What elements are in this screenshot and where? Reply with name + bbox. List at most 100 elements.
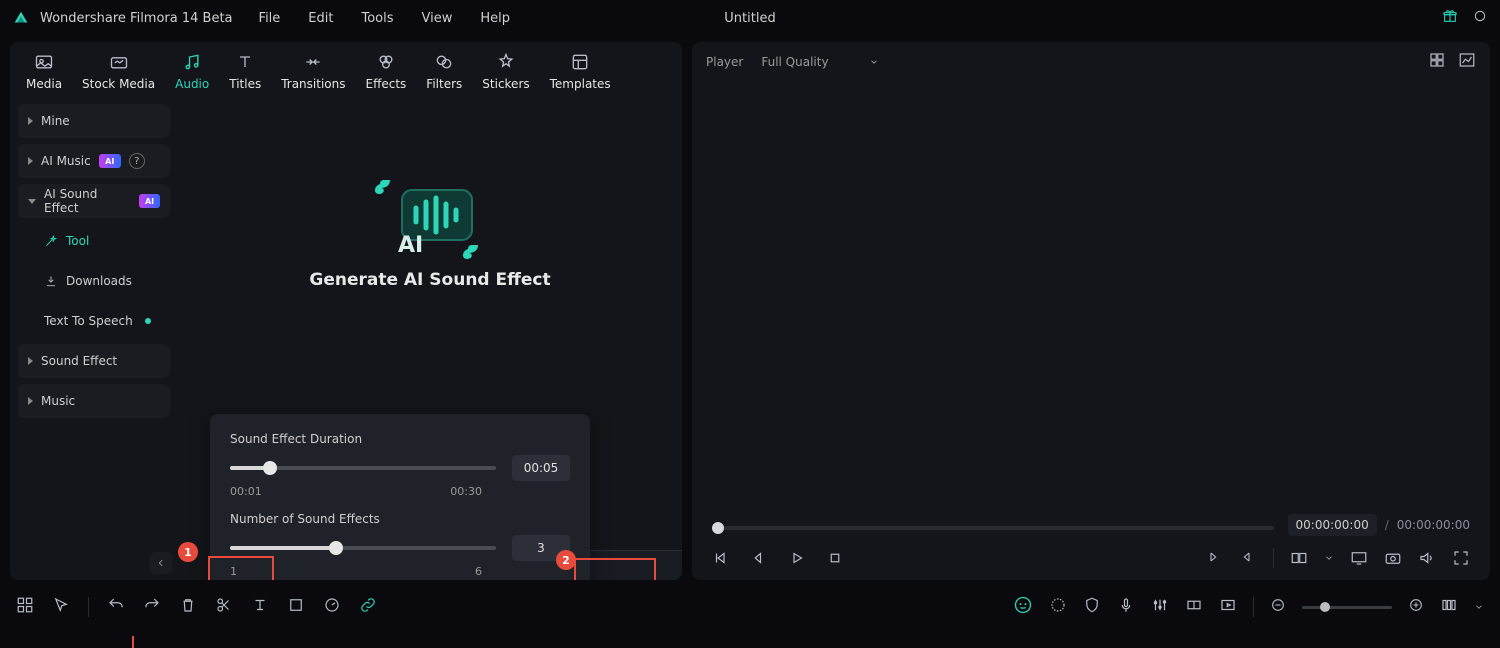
- step-back-button[interactable]: [750, 549, 768, 567]
- sidebar-item-label: AI Sound Effect: [44, 187, 131, 215]
- sidebar-item-music[interactable]: Music: [18, 384, 170, 418]
- snapshot-button[interactable]: [1384, 549, 1402, 567]
- stop-button[interactable]: [826, 549, 844, 567]
- display-mode-button[interactable]: [1350, 549, 1368, 567]
- menu-help[interactable]: Help: [480, 11, 510, 26]
- crop-button[interactable]: [287, 596, 305, 618]
- duration-value[interactable]: 00:05: [512, 455, 570, 481]
- count-min: 1: [230, 565, 237, 578]
- tab-transitions[interactable]: Transitions: [281, 51, 345, 91]
- zoom-out-button[interactable]: [1270, 597, 1286, 617]
- tab-stickers[interactable]: Stickers: [482, 51, 529, 91]
- keyframe-icon[interactable]: [1185, 596, 1203, 618]
- tab-label: Transitions: [281, 77, 345, 91]
- chevron-down-icon[interactable]: [1324, 553, 1334, 563]
- sidebar-item-label: Text To Speech: [44, 314, 133, 328]
- redo-button[interactable]: [143, 596, 161, 618]
- sidebar-item-ai-music[interactable]: AI Music AI ?: [18, 144, 170, 178]
- callout-marker-1: 1: [178, 542, 198, 562]
- gift-icon[interactable]: [1442, 8, 1458, 28]
- compare-view-button[interactable]: [1290, 549, 1308, 567]
- fit-timeline-icon[interactable]: [1440, 596, 1458, 618]
- audio-mixer-icon[interactable]: [1151, 596, 1169, 618]
- tab-filters[interactable]: Filters: [426, 51, 462, 91]
- divider: [88, 597, 89, 617]
- color-tool-icon[interactable]: [1049, 596, 1067, 618]
- player-progress[interactable]: [712, 526, 1274, 530]
- sidebar-item-ai-sound-effect[interactable]: AI Sound Effect AI: [18, 184, 170, 218]
- duration-slider[interactable]: [230, 466, 496, 470]
- split-button[interactable]: [215, 596, 233, 618]
- player-panel: Player Full Quality 00:00:00:00 / 00:00:…: [692, 42, 1490, 580]
- zoom-in-button[interactable]: [1408, 597, 1424, 617]
- chevron-down-icon[interactable]: [1474, 602, 1484, 612]
- time-current[interactable]: 00:00:00:00: [1288, 514, 1377, 536]
- audio-sidebar: Mine AI Music AI ? AI Sound Effect AI To…: [10, 100, 178, 580]
- delete-button[interactable]: [179, 596, 197, 618]
- tab-label: Stock Media: [82, 77, 155, 91]
- speed-button[interactable]: [323, 596, 341, 618]
- tab-stock-media[interactable]: Stock Media: [82, 51, 155, 91]
- duration-label: Sound Effect Duration: [230, 432, 362, 446]
- chevron-left-icon: [156, 558, 166, 568]
- tab-audio[interactable]: Audio: [175, 51, 209, 91]
- sidebar-item-label: Music: [41, 394, 75, 408]
- layout-icon[interactable]: [16, 596, 34, 618]
- record-icon[interactable]: [1472, 8, 1488, 28]
- sidebar-item-tool[interactable]: Tool: [18, 224, 170, 258]
- fullscreen-button[interactable]: [1452, 549, 1470, 567]
- preview-viewport[interactable]: [692, 82, 1490, 514]
- voiceover-icon[interactable]: [1117, 596, 1135, 618]
- quality-value: Full Quality: [761, 55, 828, 69]
- cursor-icon[interactable]: [52, 596, 70, 618]
- sidebar-item-sound-effect[interactable]: Sound Effect: [18, 344, 170, 378]
- tab-titles[interactable]: Titles: [229, 51, 261, 91]
- grid-view-icon[interactable]: [1428, 51, 1446, 73]
- tab-label: Filters: [426, 77, 462, 91]
- svg-text:AI: AI: [398, 233, 423, 258]
- text-tool-button[interactable]: [251, 596, 269, 618]
- library-tabs: Media Stock Media Audio Titles Transitio…: [10, 42, 682, 100]
- zoom-slider[interactable]: [1302, 606, 1392, 609]
- help-icon[interactable]: ?: [129, 153, 145, 169]
- filters-icon: [433, 51, 455, 73]
- link-button[interactable]: [359, 596, 377, 618]
- tab-media[interactable]: Media: [26, 51, 62, 91]
- sidebar-item-label: Downloads: [66, 274, 132, 288]
- wand-icon: [44, 234, 58, 248]
- safe-zone-icon[interactable]: [1083, 596, 1101, 618]
- prev-frame-button[interactable]: [712, 549, 730, 567]
- tab-templates[interactable]: Templates: [550, 51, 611, 91]
- play-button[interactable]: [788, 549, 806, 567]
- hero-title: Generate AI Sound Effect: [309, 270, 550, 290]
- sidebar-item-tts[interactable]: Text To Speech: [18, 304, 170, 338]
- tab-effects[interactable]: Effects: [366, 51, 407, 91]
- sidebar-item-label: AI Music: [41, 154, 91, 168]
- mark-out-button[interactable]: [1239, 549, 1257, 567]
- chart-view-icon[interactable]: [1458, 51, 1476, 73]
- quality-dropdown[interactable]: Full Quality: [761, 55, 878, 69]
- render-icon[interactable]: [1219, 596, 1237, 618]
- divider: [1253, 597, 1254, 617]
- tab-label: Titles: [229, 77, 261, 91]
- ai-assistant-icon[interactable]: [1013, 595, 1033, 619]
- menu-edit[interactable]: Edit: [308, 11, 333, 26]
- menu-tools[interactable]: Tools: [361, 11, 393, 26]
- title-bar: Wondershare Filmora 14 Beta File Edit To…: [0, 0, 1500, 36]
- sidebar-item-mine[interactable]: Mine: [18, 104, 170, 138]
- menu-file[interactable]: File: [259, 11, 281, 26]
- undo-button[interactable]: [107, 596, 125, 618]
- music-note-icon: [181, 51, 203, 73]
- volume-button[interactable]: [1418, 549, 1436, 567]
- app-logo-icon: [12, 9, 30, 27]
- playhead-indicator: [132, 636, 134, 648]
- document-title[interactable]: Untitled: [724, 11, 775, 26]
- mark-in-button[interactable]: [1205, 549, 1223, 567]
- tab-label: Media: [26, 77, 62, 91]
- menu-view[interactable]: View: [422, 11, 453, 26]
- count-slider[interactable]: [230, 546, 496, 550]
- templates-icon: [569, 51, 591, 73]
- sidebar-item-downloads[interactable]: Downloads: [18, 264, 170, 298]
- collapse-sidebar-button[interactable]: [150, 552, 172, 574]
- app-title: Wondershare Filmora 14 Beta: [40, 11, 233, 26]
